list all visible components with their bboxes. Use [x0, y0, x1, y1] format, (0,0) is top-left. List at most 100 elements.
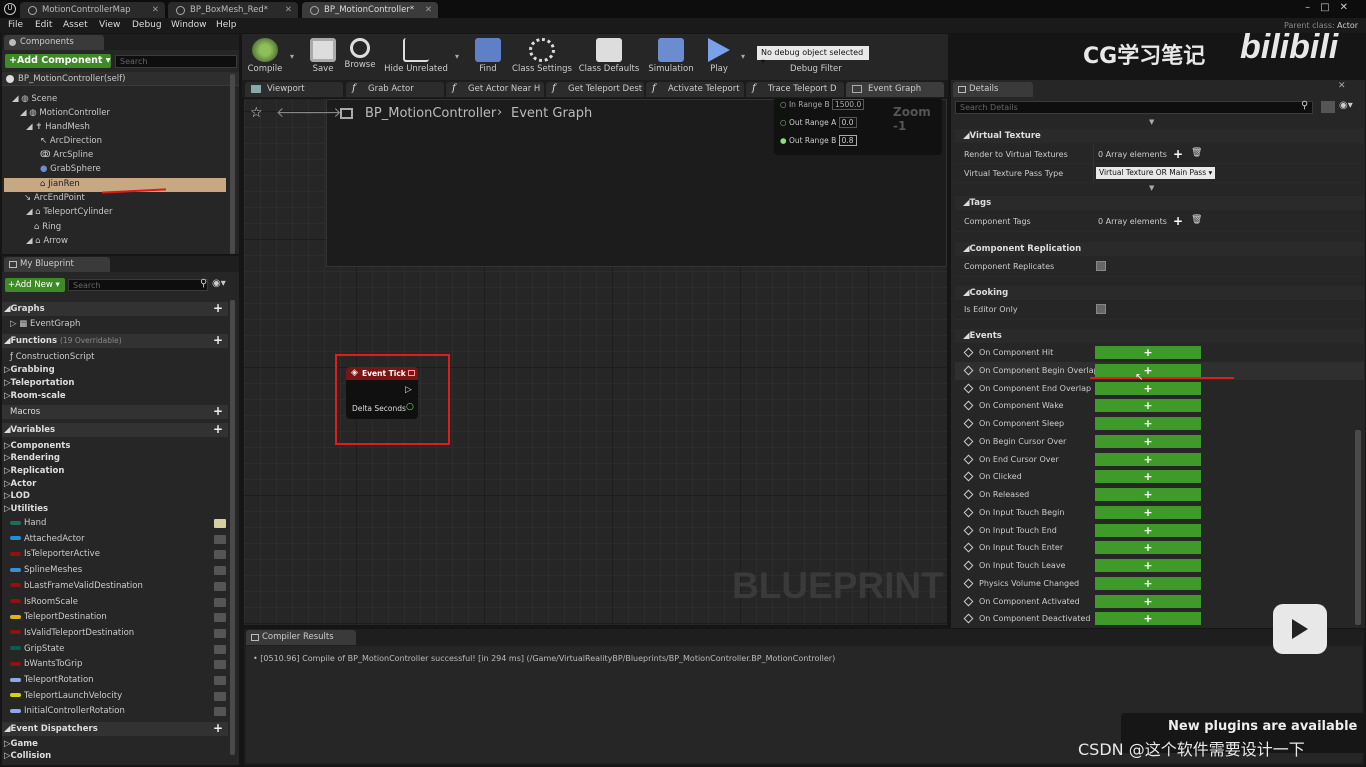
hide-unrelated-button[interactable]: Hide Unrelated [383, 38, 449, 74]
visibility-eye-icon[interactable] [214, 519, 226, 528]
add-element-button[interactable]: + [1173, 147, 1183, 161]
add-event-button[interactable]: + [1095, 381, 1201, 395]
parent-class-value[interactable]: Actor [1337, 21, 1358, 30]
add-event-button[interactable]: + [1095, 346, 1201, 359]
variable-item[interactable]: AttachedActor [10, 534, 85, 544]
category-tags[interactable]: ◢Tags [955, 196, 1364, 210]
visibility-eye-icon[interactable] [214, 613, 226, 623]
variable-item[interactable]: GripState [10, 644, 64, 654]
tree-item-arcdirection[interactable]: ↖ ArcDirection [40, 136, 102, 146]
eye-icon[interactable]: ◉▾ [1339, 100, 1353, 111]
is-editor-only-checkbox[interactable] [1096, 304, 1106, 314]
tree-item-arcspline[interactable]: ↂ ArcSpline [40, 150, 93, 160]
menu-help[interactable]: Help [216, 20, 237, 30]
vt-pass-type-select[interactable]: Virtual Texture OR Main Pass ▾ [1096, 167, 1216, 179]
tree-item-arcendpoint[interactable]: ↘ ArcEndPoint [24, 193, 85, 203]
variable-item[interactable]: IsValidTeleportDestination [10, 628, 134, 638]
visibility-eye-icon[interactable] [214, 581, 226, 591]
doc-tab-map[interactable]: MotionControllerMap ✕ [20, 2, 165, 18]
menu-view[interactable]: View [99, 20, 120, 30]
add-event-button[interactable]: + [1095, 505, 1201, 519]
dispatcher-category-collision[interactable]: ▷Collision [4, 751, 51, 763]
eye-icon[interactable]: ◉▾ [212, 278, 226, 289]
add-event-button[interactable]: + [1095, 541, 1201, 555]
details-scrollbar[interactable] [1355, 430, 1361, 625]
simulation-button[interactable]: Simulation [648, 38, 694, 74]
event-graph-canvas[interactable]: ○ In Range B 1500.0 ○ Out Range A 0.0 ● … [244, 99, 947, 625]
visibility-eye-icon[interactable] [214, 534, 226, 544]
tab-get-actor-near-hand[interactable]: f Get Actor Near H [446, 82, 544, 97]
tree-item-scene[interactable]: ◢ ◍ Scene [12, 94, 57, 104]
tab-compiler-results[interactable]: Compiler Results [246, 630, 356, 645]
add-event-button[interactable]: + [1095, 594, 1201, 608]
close-icon[interactable]: ✕ [152, 5, 159, 15]
star-icon[interactable]: ☆ [250, 105, 263, 121]
compile-options-dropdown[interactable]: ▾ [290, 52, 294, 61]
tab-event-graph[interactable]: Event Graph [846, 82, 944, 97]
variable-item[interactable]: IsRoomScale [10, 597, 78, 607]
add-variable-button[interactable]: + [213, 422, 223, 436]
functions-header[interactable]: ◢Functions (19 Overridable) [4, 336, 122, 348]
tab-activate-teleporter[interactable]: f Activate Teleport [646, 82, 744, 97]
add-element-button[interactable]: + [1173, 214, 1183, 228]
variable-item[interactable]: InitialControllerRotation [10, 706, 125, 716]
function-category-grabbing[interactable]: ▷Grabbing [4, 365, 55, 377]
tree-item-jianren[interactable]: ⌂ JianRen [40, 179, 80, 189]
menu-asset[interactable]: Asset [63, 20, 88, 30]
function-category-room-scale[interactable]: ▷Room-scale [4, 391, 66, 403]
category-cooking[interactable]: ◢Cooking [955, 286, 1364, 300]
tree-item-teleportcylinder[interactable]: ◢ ⌂ TeleportCylinder [26, 207, 113, 217]
visibility-eye-icon[interactable] [214, 691, 226, 701]
menu-window[interactable]: Window [171, 20, 207, 30]
compile-button[interactable]: Compile [245, 38, 285, 74]
event-dispatchers-header[interactable]: ◢Event Dispatchers [4, 724, 98, 736]
tab-components[interactable]: Components [4, 35, 104, 50]
var-category-components[interactable]: ▷Components [4, 441, 70, 453]
add-event-button[interactable]: + [1095, 399, 1201, 413]
doc-tab-boxmesh[interactable]: BP_BoxMesh_Red* ✕ [168, 2, 298, 18]
breadcrumb-root[interactable]: BP_MotionController [365, 106, 496, 121]
doc-tab-motion-controller[interactable]: BP_MotionController* ✕ [302, 2, 438, 18]
out-range-b-input[interactable]: 0.8 [838, 135, 857, 146]
variable-item[interactable]: SplineMeshes [10, 565, 82, 575]
visibility-eye-icon[interactable] [214, 628, 226, 638]
breadcrumb-leaf[interactable]: Event Graph [511, 106, 592, 121]
add-dispatcher-button[interactable]: + [213, 721, 223, 735]
variable-item[interactable]: IsTeleporterActive [10, 549, 100, 559]
close-icon[interactable]: ✕ [1338, 81, 1346, 91]
tab-details[interactable]: Details [953, 82, 1033, 97]
tab-my-blueprint[interactable]: My Blueprint [4, 257, 110, 272]
variable-item[interactable]: bWantsToGrip [10, 659, 82, 669]
hide-unrelated-dropdown[interactable]: ▾ [455, 52, 459, 61]
add-macro-button[interactable]: + [213, 404, 223, 418]
tree-item-handmesh[interactable]: ◢ ✝ HandMesh [26, 122, 90, 132]
find-button[interactable]: Find [472, 38, 504, 74]
add-event-button[interactable]: + [1095, 434, 1201, 448]
add-event-button[interactable]: + [1095, 452, 1201, 466]
tab-get-teleport-destination[interactable]: f Get Teleport Dest [546, 82, 644, 97]
add-event-button[interactable]: + [1095, 559, 1201, 572]
var-category-utilities[interactable]: ▷Utilities [4, 504, 48, 516]
add-graph-button[interactable]: + [213, 301, 223, 315]
visibility-eye-icon[interactable] [214, 597, 226, 607]
component-replicates-checkbox[interactable] [1096, 261, 1106, 271]
maximize-button[interactable]: □ [1320, 2, 1339, 13]
play-button[interactable]: Play [703, 38, 735, 74]
macros-header[interactable]: Macros [10, 407, 40, 419]
variable-item[interactable]: TeleportDestination [10, 612, 107, 622]
menu-file[interactable]: File [8, 20, 23, 30]
close-window-button[interactable]: ✕ [1340, 2, 1358, 13]
close-icon[interactable]: ✕ [425, 5, 432, 15]
visibility-eye-icon[interactable] [214, 550, 226, 560]
blueprint-search-input[interactable]: Search [68, 279, 208, 291]
components-search-input[interactable]: Search [115, 55, 237, 68]
var-category-lod[interactable]: ▷LOD [4, 491, 30, 503]
function-category-teleportation[interactable]: ▷Teleportation [4, 378, 74, 390]
graphs-header[interactable]: ◢Graphs [4, 304, 45, 316]
category-virtual-texture[interactable]: ◢Virtual Texture [955, 129, 1364, 143]
event-graph-item[interactable]: ▷ ▦ EventGraph [10, 319, 80, 329]
visibility-eye-icon[interactable] [214, 707, 226, 717]
add-new-button[interactable]: +Add New ▾ [5, 278, 65, 292]
variables-header[interactable]: ◢Variables [4, 425, 55, 437]
trash-icon[interactable]: 🗑 [1191, 215, 1202, 225]
